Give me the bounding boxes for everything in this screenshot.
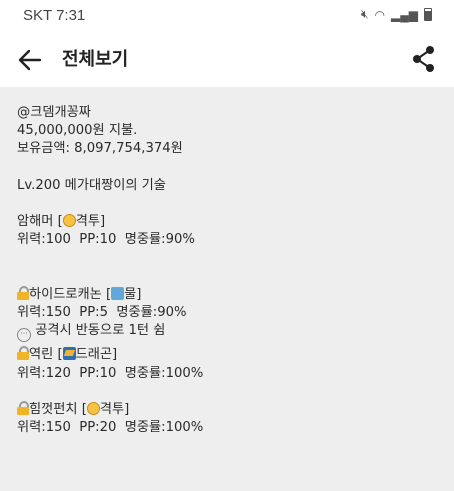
status-bar: SKT 7:31 🔇︎ ◠ ▂▄▆ [0,0,454,30]
water-wave-icon [111,286,125,300]
fist-icon [86,402,100,415]
lock-icon [17,401,29,415]
move-name: 하이드로캐논 [물] [17,285,437,304]
post-content: @크뎀개꽁짜 45,000,000원 지불. 보유금액: 8,097,754,3… [0,87,454,437]
move-name: 암해머 [격투] [17,214,106,230]
signal-icon: ▂▄▆ [391,7,418,22]
status-icons: 🔇︎ ◠ ▂▄▆ [361,7,432,22]
move-stats: 위력:150 PP:20 명중률:100% [17,420,204,436]
post-payment: 45,000,000원 지불. [17,123,138,139]
lock-icon [17,285,29,300]
lock-icon [17,346,29,361]
move-stats: 위력:120 PP:10 명중률:100% [17,365,204,381]
status-carrier: SKT 7:31 [23,7,86,24]
wifi-icon: ◠ [374,7,386,22]
page-title: 전체보기 [62,49,129,70]
move-name: 힘껏펀치 [격투] [17,401,437,419]
post-balance: 보유금액: 8,097,754,374원 [17,141,183,157]
skill-title: Lv.200 메가대짱이의 기술 [17,177,166,193]
move-stats: 위력:100 PP:10 명중률:90% [17,232,195,248]
mute-icon: 🔇︎ [360,7,369,21]
move-stats: 위력:150 PP:5 명중률:90% [17,305,187,321]
status-time: 7:31 [56,7,86,24]
share-icon[interactable] [410,44,438,74]
post-author: @크뎀개꽁짜 [17,105,91,120]
dragon-icon [62,347,76,361]
move-name: 역린 [드래곤] [17,346,437,364]
app-toolbar: 전체보기 [0,30,454,87]
battery-icon [424,8,432,21]
arrow-left-icon[interactable] [14,44,46,76]
move-note: ··· 공격시 반동으로 1턴 쉼 [17,322,437,343]
fist-icon [62,214,76,228]
